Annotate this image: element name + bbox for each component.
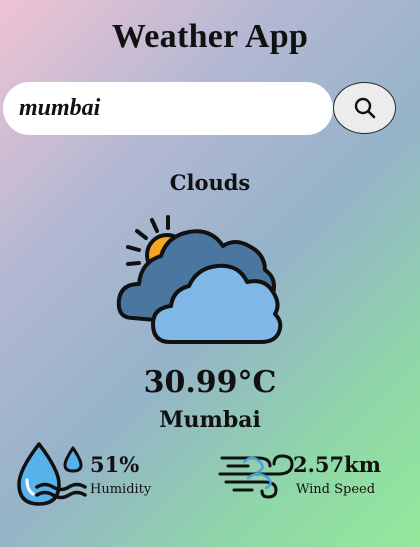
search-bar [3,82,397,136]
humidity-panel: 51% Humidity [15,440,205,510]
wind-value: 2.57km [293,452,381,477]
search-button[interactable] [333,82,396,134]
humidity-value: 51% [90,452,140,477]
humidity-drops-icon [17,442,87,506]
cloud-sun-icon [116,215,283,344]
search-input[interactable] [3,82,333,135]
wind-icon [218,454,294,499]
app-title: Weather App [111,18,309,55]
wind-panel: 2.57km Wind Speed [218,440,418,510]
weather-app: Weather App Clouds 30.99°C Mumbai [0,0,420,547]
temperature: 30.99°C [143,365,277,400]
weather-condition: Clouds [169,170,251,195]
wind-label: Wind Speed [296,482,376,497]
city-name: Mumbai [159,407,261,433]
search-icon [354,97,375,119]
humidity-label: Humidity [90,482,152,497]
